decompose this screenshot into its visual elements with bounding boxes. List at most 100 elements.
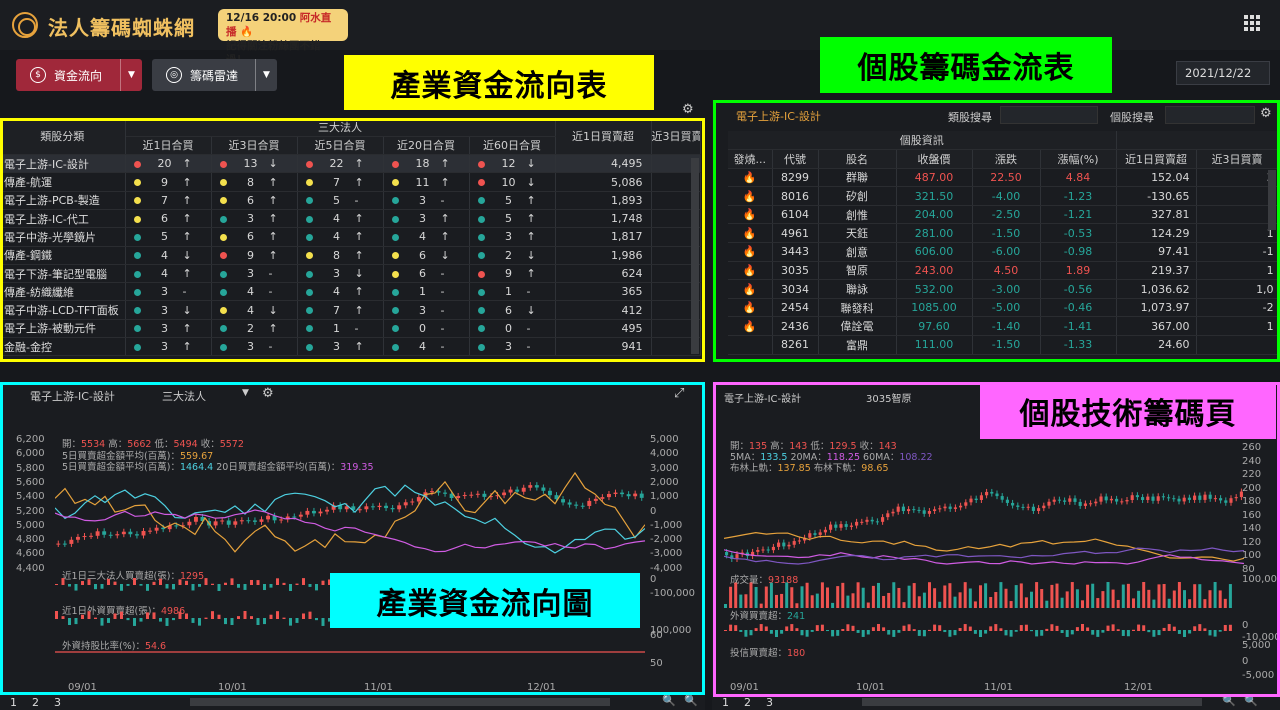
col-hot[interactable]: 發燒... (728, 149, 773, 169)
page-2[interactable]: 2 (32, 696, 39, 709)
col-1d-net[interactable]: 近1日買賣超 (555, 118, 652, 156)
chart-industry[interactable]: 電子上游-IC-設計 (30, 388, 115, 404)
stock-code[interactable]: 6104 (772, 205, 819, 225)
category-search-input[interactable] (1000, 106, 1098, 124)
stock-code[interactable]: 4961 (772, 223, 819, 244)
stock-name[interactable]: 創意 (818, 242, 897, 262)
stock-code[interactable]: 8299 (772, 168, 819, 188)
col-category[interactable]: 類股分類 (0, 118, 126, 156)
table-row[interactable]: 🔥 3443 創意 606.00 -6.00 -0.98 97.41 -1 (728, 242, 1279, 262)
stock-name[interactable]: 天鈺 (818, 223, 897, 244)
col-pct[interactable]: 漲幅(%) (1040, 149, 1117, 169)
stock-name[interactable]: 群聯 (818, 168, 897, 188)
stock-name[interactable]: 智原 (818, 261, 897, 281)
category-name[interactable]: 電子下游-筆記型電腦 (0, 264, 126, 284)
table-row[interactable]: 傳產-鋼鐵 4 ↓ 9 ↑ 8 ↑ 6 ↓ 2 ↓ 1,986 (0, 246, 701, 265)
col-60d[interactable]: 近60日合買 (469, 136, 556, 156)
table-row[interactable]: 🔥 8299 群聯 487.00 22.50 4.84 152.04 3 (728, 168, 1279, 188)
category-name[interactable]: 電子中游-LCD-TFT面板 (0, 300, 126, 320)
chevron-down-icon[interactable]: ▼ (242, 388, 249, 398)
table-row[interactable]: 8261 富鼎 111.00 -1.50 -1.33 24.60 (728, 335, 1279, 355)
table-row[interactable]: 電子中游-LCD-TFT面板 3 ↓ 4 ↓ 7 ↑ 3-6 ↓ 412 (0, 300, 701, 320)
settings-icon[interactable]: ⚙ (1260, 106, 1272, 121)
category-name[interactable]: 電子上游-IC-代工 (0, 209, 126, 229)
col-name[interactable]: 股名 (818, 149, 897, 169)
date-picker[interactable]: 2021/12/22 (1176, 61, 1270, 85)
stock-code[interactable]: 2454 (772, 298, 819, 318)
table-row[interactable]: 電子上游-被動元件 3 ↑ 2 ↑ 1-0-0-495 (0, 319, 701, 339)
investor-select[interactable]: 三大法人 (162, 388, 206, 404)
col-3d[interactable]: 近3日合買 (211, 136, 298, 156)
table-row[interactable]: 電子下游-筆記型電腦 4 ↑ 3-3 ↓ 6-9 ↑ 624 (0, 264, 701, 284)
col-1d-net[interactable]: 近1日買賣超 (1116, 149, 1197, 169)
zoom-out-icon[interactable]: 🔍 (662, 694, 676, 707)
stock-name[interactable]: 創惟 (818, 205, 897, 225)
category-name[interactable]: 傳產-鋼鐵 (0, 246, 126, 265)
stock-name[interactable]: 聯詠 (818, 279, 897, 299)
page-1[interactable]: 1 (10, 696, 17, 709)
scrollbar[interactable] (691, 158, 699, 354)
settings-icon[interactable]: ⚙ (262, 386, 274, 401)
col-change[interactable]: 漲跌 (972, 149, 1041, 169)
stock-name[interactable]: 矽創 (818, 186, 897, 206)
live-promo-banner[interactable]: 12/16 20:00 阿水直播 🔥 記得關注粉絲團不錯過！ (218, 9, 348, 66)
table-row[interactable]: 🔥 8016 矽創 321.50 -4.00 -1.23 -130.65 - (728, 186, 1279, 206)
stock-search-input[interactable] (1165, 106, 1255, 124)
table-row[interactable]: 電子中游-光學鏡片 5 ↑ 6 ↑ 4 ↑ 4 ↑ 3 ↑ 1,817 (0, 227, 701, 247)
table-row[interactable]: 電子上游-IC-代工 6 ↑ 3 ↑ 4 ↑ 3 ↑ 5 ↑ 1,748 (0, 209, 701, 229)
h-scrollbar[interactable] (862, 698, 1202, 706)
settings-icon[interactable]: ⚙ (682, 102, 694, 117)
category-name[interactable]: 金融-金控 (0, 337, 126, 357)
expand-icon[interactable]: ⤢ (674, 386, 684, 401)
table-row[interactable]: 金融-金控 3 ↑ 3-3 ↑ 4-3-941 (0, 337, 701, 357)
stock-code[interactable]: 3443 (772, 242, 819, 262)
table-row[interactable]: 🔥 6104 創惟 204.00 -2.50 -1.21 327.81 (728, 205, 1279, 225)
col-5d[interactable]: 近5日合買 (297, 136, 384, 156)
category-name[interactable]: 電子中游-光學鏡片 (0, 227, 126, 247)
table-row[interactable]: 🔥 3034 聯詠 532.00 -3.00 -0.56 1,036.62 1,… (728, 279, 1279, 299)
category-name[interactable]: 傳產-紡織纖維 (0, 282, 126, 302)
col-3d-net[interactable]: 近3日買賣 (651, 118, 701, 156)
category-name[interactable]: 電子上游-PCB-製造 (0, 191, 126, 210)
table-row[interactable]: 🔥 4961 天鈺 281.00 -1.50 -0.53 124.29 1 (728, 223, 1279, 244)
stock-code[interactable]: 8261 (772, 335, 819, 355)
table-row[interactable]: 🔥 2436 偉詮電 97.60 -1.40 -1.41 367.00 1 (728, 316, 1279, 337)
col-3d-net[interactable]: 近3日買賣 (1196, 149, 1279, 169)
table-row[interactable]: 電子上游-IC-設計 20 ↑ 13 ↓ 22 ↑ 18 ↑ 12 ↓ 4,495 (0, 154, 701, 174)
page-3[interactable]: 3 (766, 696, 773, 709)
page-3[interactable]: 3 (54, 696, 61, 709)
page-2[interactable]: 2 (744, 696, 751, 709)
category-name[interactable]: 傳產-航運 (0, 172, 126, 192)
stock-code[interactable]: 8016 (772, 186, 819, 206)
page-1[interactable]: 1 (722, 696, 729, 709)
industry-price-chart[interactable] (55, 434, 645, 574)
table-row[interactable]: 🔥 2454 聯發科 1085.00 -5.00 -0.46 1,073.97 … (728, 298, 1279, 318)
category-name[interactable]: 電子上游-被動元件 (0, 319, 126, 339)
col-1d[interactable]: 近1日合買 (125, 136, 212, 156)
apps-grid-icon[interactable] (1244, 15, 1260, 31)
tech-industry[interactable]: 電子上游-IC-設計 (724, 390, 801, 405)
stock-name[interactable]: 聯發科 (818, 298, 897, 318)
stock-name[interactable]: 偉詮電 (818, 316, 897, 337)
stock-code[interactable]: 3035 (772, 261, 819, 281)
stock-name[interactable]: 富鼎 (818, 335, 897, 355)
col-code[interactable]: 代號 (772, 149, 819, 169)
col-20d[interactable]: 近20日合買 (383, 136, 470, 156)
col-close[interactable]: 收盤價 (896, 149, 973, 169)
stock-code[interactable]: 2436 (772, 316, 819, 337)
chip-radar-button[interactable]: ◎ 籌碼雷達 ▼ (152, 59, 277, 91)
zoom-out-icon[interactable]: 🔍 (1222, 694, 1236, 707)
chevron-down-icon[interactable]: ▼ (120, 59, 142, 91)
table-row[interactable]: 🔥 3035 智原 243.00 4.50 1.89 219.37 1 (728, 261, 1279, 281)
zoom-in-icon[interactable]: 🔍 (1244, 694, 1258, 707)
category-name[interactable]: 電子上游-IC-設計 (0, 154, 126, 174)
h-scrollbar[interactable] (190, 698, 610, 706)
stock-price-chart[interactable] (724, 442, 1244, 568)
table-row[interactable]: 傳產-航運 9 ↑ 8 ↑ 7 ↑ 11 ↑ 10 ↓ 5,086 (0, 172, 701, 192)
scrollbar[interactable] (1268, 170, 1276, 230)
chevron-down-icon[interactable]: ▼ (255, 59, 277, 91)
tech-stock[interactable]: 3035智原 (866, 390, 911, 405)
fund-flow-button[interactable]: $ 資金流向 ▼ (16, 59, 142, 91)
table-row[interactable]: 電子上游-PCB-製造 7 ↑ 6 ↑ 5-3-5 ↑ 1,893 (0, 191, 701, 210)
zoom-in-icon[interactable]: 🔍 (684, 694, 698, 707)
